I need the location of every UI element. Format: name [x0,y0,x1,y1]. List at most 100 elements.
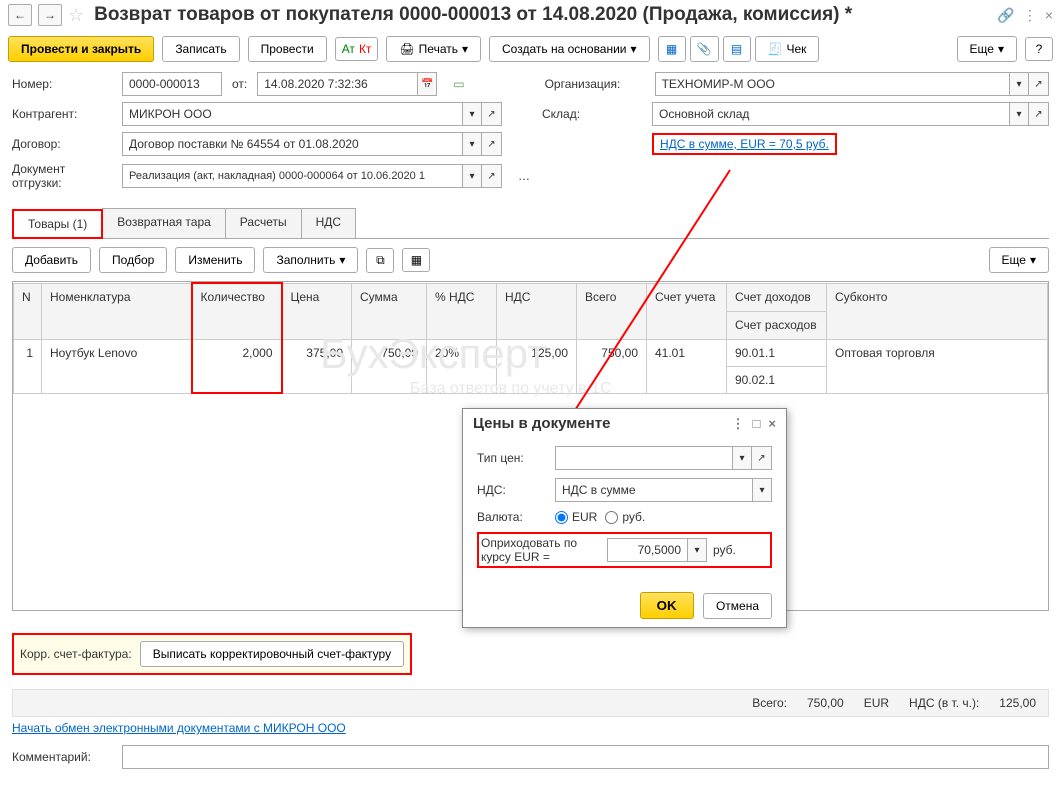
total-cur: EUR [864,696,889,710]
copy-button[interactable]: ⧉ [366,248,394,273]
shipdoc-more[interactable]: … [518,169,530,183]
tbl-more-button[interactable]: Еще ▾ [989,247,1049,273]
col-vatp: % НДС [427,283,497,339]
date-input[interactable]: 14.08.2020 7:32:36 [257,72,417,96]
org-input[interactable]: ТЕХНОМИР-М ООО [655,72,1009,96]
receipt-icon: 🧾 [768,42,783,56]
total-value: 750,00 [807,696,844,710]
printer-icon: 🖨 [399,42,414,56]
save-button[interactable]: Записать [162,36,239,62]
nav-back[interactable]: ← [8,4,32,26]
pick-button[interactable]: Подбор [99,247,167,273]
menu-icon[interactable]: ⋮ [1023,7,1037,24]
close-icon[interactable]: × [1045,7,1053,23]
col-qty: Количество [192,283,282,339]
post-close-button[interactable]: Провести и закрыть [8,36,154,62]
post-button[interactable]: Провести [248,36,327,62]
tabs: Товары (1) Возвратная тара Расчеты НДС [12,208,1049,239]
status-icon[interactable]: ▭ [453,77,464,91]
rate-unit: руб. [713,543,736,557]
check-button[interactable]: 🧾 Чек [755,36,820,62]
org-label: Организация: [545,77,645,91]
prices-dialog: Цены в документе ⋮ □ × Тип цен: ▾ ↗ НДС:… [462,408,787,628]
col-item: Номенклатура [42,283,192,339]
contr-dropdown[interactable]: ▾ [462,102,482,126]
link-icon[interactable]: 🔗 [997,7,1014,24]
rate-label: Оприходовать по курсу EUR = [481,536,601,564]
warehouse-open[interactable]: ↗ [1029,102,1049,126]
tab-vat[interactable]: НДС [301,208,356,238]
nav-forward[interactable]: → [38,4,62,26]
rate-input[interactable]: 70,5000 [607,538,687,562]
pricetype-input[interactable] [555,446,732,470]
calendar-icon[interactable]: 📅 [417,72,437,96]
pricetype-label: Тип цен: [477,451,547,465]
col-sub: Субконто [827,283,1048,339]
write-invoice-button[interactable]: Выписать корректировочный счет-фактуру [140,641,404,667]
col-total: Всего [577,283,647,339]
number-input[interactable]: 0000-000013 [122,72,222,96]
from-label: от: [232,77,247,91]
col-exp: Счет расходов [727,311,827,339]
edo-link[interactable]: Начать обмен электронными документами с … [12,721,346,735]
dialog-menu-icon[interactable]: ⋮ [732,416,745,432]
attach-button[interactable]: 📎 [690,36,719,62]
ok-button[interactable]: OK [640,592,694,619]
org-open[interactable]: ↗ [1029,72,1049,96]
comment-input[interactable] [122,745,1049,769]
contract-open[interactable]: ↗ [482,132,502,156]
dialog-close-icon[interactable]: × [768,416,776,431]
cur-label: Валюта: [477,510,547,524]
pricetype-dropdown[interactable]: ▾ [732,446,752,470]
dvat-input[interactable]: НДС в сумме [555,478,752,502]
tab-calc[interactable]: Расчеты [225,208,302,238]
contr-input[interactable]: МИКРОН ООО [122,102,462,126]
col-n: N [14,283,42,339]
tab-goods[interactable]: Товары (1) [12,209,103,239]
pricetype-open[interactable]: ↗ [752,446,772,470]
contract-input[interactable]: Договор поставки № 64554 от 01.08.2020 [122,132,462,156]
comment-label: Комментарий: [12,750,112,764]
register-button[interactable]: ▦ [658,36,686,62]
edit-button[interactable]: Изменить [175,247,255,273]
dialog-title: Цены в документе [473,415,610,432]
rate-dropdown[interactable]: ▾ [687,538,707,562]
warehouse-input[interactable]: Основной склад [652,102,1009,126]
col-vat: НДС [497,283,577,339]
help-button[interactable]: ? [1025,37,1053,61]
shipdoc-open[interactable]: ↗ [482,164,502,188]
dtk-button[interactable]: АтКт [335,37,379,61]
favorite-star-icon[interactable]: ☆ [68,5,84,26]
col-price: Цена [282,283,352,339]
shipdoc-dropdown[interactable]: ▾ [462,164,482,188]
cancel-button[interactable]: Отмена [703,593,772,619]
table-row[interactable]: 1 Ноутбук Lenovo 2,000 375,00 750,00 20%… [14,339,1048,366]
more-button[interactable]: Еще ▾ [957,36,1017,62]
add-button[interactable]: Добавить [12,247,91,273]
contract-label: Договор: [12,137,112,151]
contr-open[interactable]: ↗ [482,102,502,126]
shipdoc-input[interactable]: Реализация (акт, накладная) 0000-000064 … [122,164,462,188]
paste-button[interactable]: ▦ [402,248,430,272]
total-label: Всего: [752,696,787,710]
print-button[interactable]: 🖨 Печать ▾ [386,36,481,62]
dialog-max-icon[interactable]: □ [753,416,761,431]
totals-bar: Всего: 750,00 EUR НДС (в т. ч.): 125,00 [12,689,1049,717]
col-acc: Счет учета [647,283,727,339]
window-title: Возврат товаров от покупателя 0000-00001… [94,4,991,26]
org-dropdown[interactable]: ▾ [1009,72,1029,96]
list-button[interactable]: ▤ [723,36,751,62]
cur-rub-radio[interactable]: руб. [605,510,645,524]
vat-label: НДС (в т. ч.): [909,696,979,710]
number-label: Номер: [12,77,112,91]
cur-eur-radio[interactable]: EUR [555,510,597,524]
fill-button[interactable]: Заполнить ▾ [263,247,358,273]
create-based-button[interactable]: Создать на основании ▾ [489,36,650,62]
warehouse-dropdown[interactable]: ▾ [1009,102,1029,126]
inv-label: Корр. счет-фактура: [20,647,132,661]
vat-link[interactable]: НДС в сумме, EUR = 70,5 руб. [652,133,837,155]
contract-dropdown[interactable]: ▾ [462,132,482,156]
warehouse-label: Склад: [542,107,642,121]
dvat-dropdown[interactable]: ▾ [752,478,772,502]
tab-tare[interactable]: Возвратная тара [102,208,226,238]
